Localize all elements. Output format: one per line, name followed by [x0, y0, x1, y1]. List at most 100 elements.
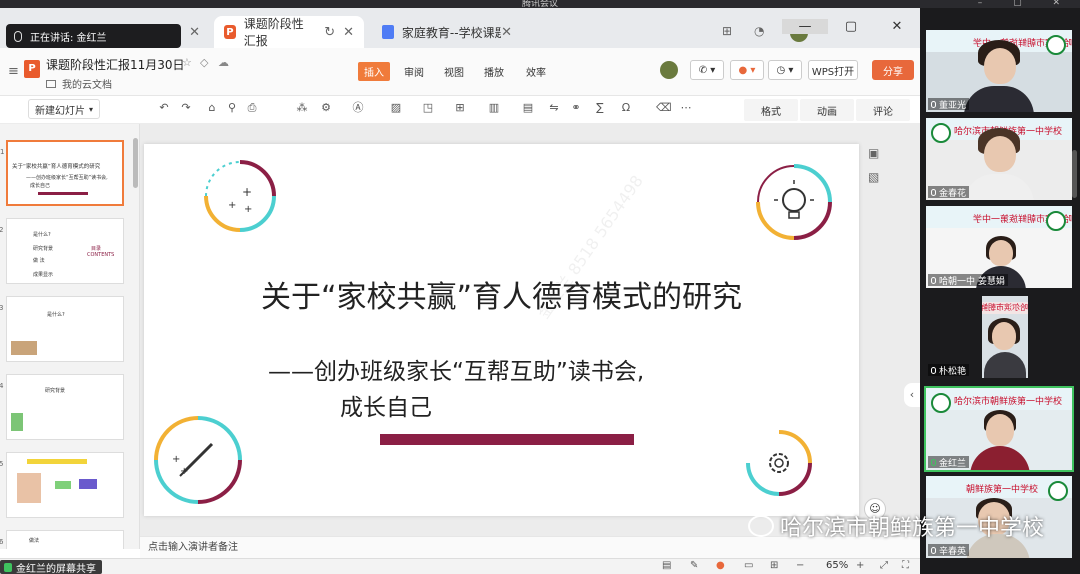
cloud-doc-location[interactable]: 我的云文档	[46, 76, 112, 91]
slide-thumbnail-panel: 1 关于“家校共赢”育人德育模式的研究 ——创办班级家长“互帮互助”读书会, 成…	[0, 124, 140, 549]
thumb-text: 研究背景	[33, 246, 54, 252]
thumbnail-slide-6[interactable]: 做法	[6, 530, 124, 549]
slide-accent-bar	[380, 434, 634, 445]
slide-subtitle-line1: ——创办班级家长“互帮互助”读书会,	[268, 359, 645, 385]
format-painter-icon[interactable]: ⌂	[206, 102, 218, 114]
background-icon[interactable]: ▧	[868, 170, 879, 184]
insert-shape-icon[interactable]: ◳	[422, 102, 434, 114]
layout-icon[interactable]: ▣	[868, 146, 879, 160]
collapse-panel-icon[interactable]: ‹	[904, 383, 920, 407]
symbol-icon[interactable]: Ω	[620, 102, 632, 114]
close-icon[interactable]: ✕	[189, 25, 200, 40]
participant-name: 金红兰	[928, 456, 970, 469]
grid-icon[interactable]: ⊞	[722, 24, 732, 38]
menu-view[interactable]: 视图	[438, 62, 470, 81]
new-slide-button[interactable]: 新建幻灯片 ▾	[28, 99, 100, 119]
shape-icon[interactable]: ⁂	[296, 102, 308, 114]
document-title[interactable]: 课题阶段性汇报11月30日	[46, 56, 185, 73]
menu-efficiency[interactable]: 效率	[520, 62, 552, 81]
maximize-icon[interactable]: ▢	[828, 19, 874, 34]
search-icon[interactable]: ⚲	[226, 102, 238, 114]
play-icon[interactable]: ●	[716, 560, 725, 571]
close-icon[interactable]: ✕	[343, 25, 354, 40]
notes-toggle-icon[interactable]: ▤	[662, 560, 671, 571]
table-icon[interactable]: ⊞	[454, 102, 466, 114]
tab-report[interactable]: P 课题阶段性汇报 ↻ ✕	[214, 16, 364, 48]
thumbnail-slide-1[interactable]: 关于“家校共赢”育人德育模式的研究 ——创办班级家长“互帮互助”读书会, 成长自…	[6, 140, 124, 206]
fullscreen-icon[interactable]: ⛶	[902, 560, 909, 571]
close-icon[interactable]: ✕	[874, 19, 920, 34]
slide-title: 关于“家校共赢”育人德育模式的研究	[260, 280, 743, 315]
participant-tile[interactable]: 哈尔滨市朝鲜族第一中学校 金春花	[926, 118, 1072, 200]
participant-tile[interactable]: 哈尔滨市朝鲜族第一中学 哈朝一中 姜慧娟	[926, 206, 1072, 288]
normal-view-icon[interactable]: ▭	[744, 560, 753, 571]
thumbnail-slide-5[interactable]	[6, 452, 124, 518]
menu-play[interactable]: 播放	[478, 62, 510, 81]
tab-animation[interactable]: 动画	[800, 99, 854, 121]
tab-format[interactable]: 格式	[744, 99, 798, 121]
theme-icon[interactable]: ⚙	[320, 102, 332, 114]
zoom-out-icon[interactable]: −	[796, 560, 804, 571]
menu-insert[interactable]: 插入	[358, 62, 390, 81]
formula-icon[interactable]: ∑	[594, 102, 606, 114]
participant-name: 董亚光	[928, 98, 970, 111]
link-icon[interactable]: ⚭	[570, 102, 582, 114]
participant-name-label: 金春花	[939, 188, 967, 199]
undo-icon[interactable]: ↶	[158, 102, 170, 114]
participant-name: 辛春英	[928, 544, 970, 557]
thumbnail-slide-3[interactable]: 是什么?	[6, 296, 124, 362]
thumb-box	[17, 473, 41, 503]
speaker-label: 正在讲话: 金红兰	[30, 32, 107, 44]
more-icon[interactable]: ⋯	[680, 102, 692, 114]
notes-placeholder: 点击输入演讲者备注	[148, 542, 238, 553]
cloud-doc-label: 我的云文档	[62, 80, 112, 91]
menu-review[interactable]: 审阅	[398, 62, 430, 81]
thumb-text: 关于“家校共赢”育人德育模式的研究	[12, 164, 101, 170]
grid-view-icon[interactable]: ⊞	[770, 560, 778, 571]
reload-icon[interactable]: ↻	[324, 25, 335, 40]
thumb-text: CONTENTS	[87, 252, 115, 258]
print-icon[interactable]: ⎙	[246, 102, 258, 114]
fit-window-icon[interactable]: ⤢	[880, 560, 888, 571]
share-button[interactable]: 分享	[872, 60, 914, 80]
chart-icon[interactable]: ▥	[488, 102, 500, 114]
zoom-level[interactable]: 65%	[826, 560, 848, 571]
participant-tile-speaking[interactable]: 哈尔滨市朝鲜族第一中学校 金红兰	[924, 386, 1074, 472]
microphone-icon	[931, 276, 936, 284]
phone-share-button[interactable]: ✆ ▾	[690, 60, 724, 80]
menu-icon[interactable]: ≡	[8, 64, 19, 79]
image-icon[interactable]: ▨	[390, 102, 402, 114]
user-avatar[interactable]	[660, 61, 678, 79]
participant-tile[interactable]: 哈尔滨市朝鲜 朴松艳	[926, 296, 1072, 378]
history-button[interactable]: ◷ ▾	[768, 60, 802, 80]
thumbnail-slide-4[interactable]: 研究背景	[6, 374, 124, 440]
eraser-icon[interactable]: ⌫	[656, 102, 672, 114]
star-icon[interactable]: ☆	[182, 56, 192, 69]
svg-text:+: +	[228, 200, 236, 211]
thumb-text: 成长自己	[30, 183, 51, 189]
flowchart-icon[interactable]: ⇋	[548, 102, 560, 114]
play-menu-button[interactable]: ● ▾	[730, 60, 764, 80]
microphone-icon	[931, 188, 936, 196]
zoom-in-icon[interactable]: +	[856, 560, 864, 571]
chevron-down-icon: ▾	[88, 104, 93, 114]
chat-icon[interactable]: ◔	[754, 24, 764, 38]
thumbnail-scrollbar[interactable]	[133, 138, 138, 188]
cloud-sync-icon[interactable]: ☁	[218, 56, 229, 69]
tab-family-education[interactable]: 家庭教育--学校课题 ✕	[372, 16, 522, 48]
annotation-icon[interactable]: ✎	[690, 560, 698, 571]
redo-icon[interactable]: ↷	[180, 102, 192, 114]
media-icon[interactable]: ▤	[522, 102, 534, 114]
tag-icon[interactable]: ◇	[200, 56, 208, 69]
phone-icon: ✆ ▾	[698, 64, 716, 76]
slide-canvas[interactable]: 金红兰 8518 5654498 + + + + + 关于“家校共赢”育人德育模…	[144, 144, 859, 516]
meeting-window-controls[interactable]: – ▢ ✕	[978, 0, 1074, 8]
thumbnail-slide-2[interactable]: 是什么? 研究背景 做 法 成果显示 目录 CONTENTS	[6, 218, 124, 284]
tab-comments[interactable]: 评论	[856, 99, 910, 121]
textbox-icon[interactable]: Ⓐ	[352, 102, 364, 114]
wps-open-button[interactable]: WPS打开	[808, 60, 858, 80]
participants-scrollbar[interactable]	[1072, 150, 1077, 198]
close-icon[interactable]: ✕	[501, 25, 512, 40]
participant-tile[interactable]: 哈尔滨市朝鲜族第一中学 董亚光	[926, 30, 1072, 112]
minimize-icon[interactable]: —	[782, 18, 828, 34]
